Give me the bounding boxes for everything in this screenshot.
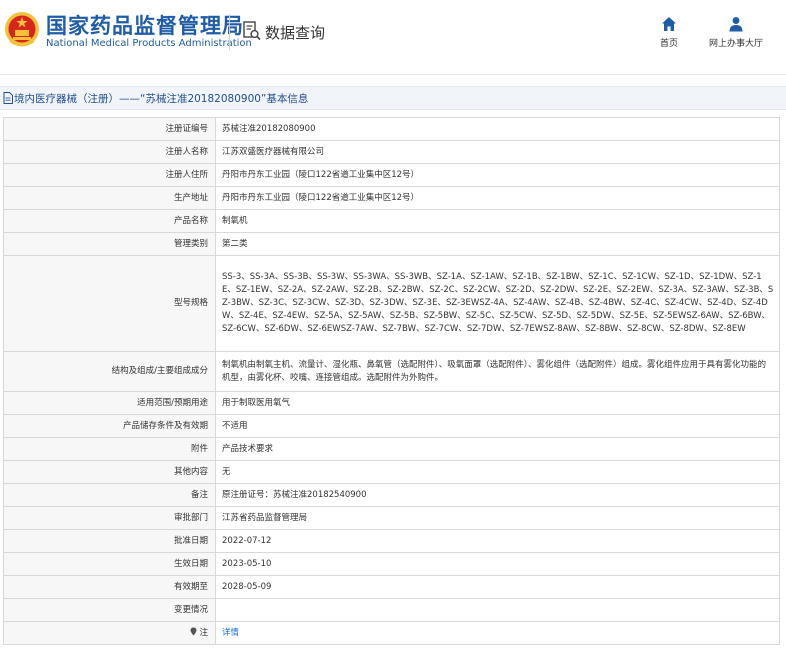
field-label: 适用范围/预期用途 xyxy=(3,391,216,415)
field-value: 丹阳市丹东工业园（陵口122省道工业集中区12号） xyxy=(215,186,780,210)
field-label: 注册证编号 xyxy=(3,117,216,141)
table-row: 适用范围/预期用途 用于制取医用氧气 xyxy=(3,391,780,415)
field-label: 批准日期 xyxy=(3,529,216,553)
registration-info-table: 注册证编号 苏械注准20182080900 注册人名称 江苏双盛医疗器械有限公司… xyxy=(3,117,780,645)
field-label: 注册人名称 xyxy=(3,140,216,164)
field-label: 附件 xyxy=(3,437,216,461)
table-row: 有效期至 2028-05-09 xyxy=(3,575,780,599)
field-value: 无 xyxy=(215,460,780,484)
nav-home-label: 首页 xyxy=(659,39,678,49)
table-row: 其他内容 无 xyxy=(3,460,780,484)
field-label: 备注 xyxy=(3,483,216,507)
field-label: 变更情况 xyxy=(3,598,216,622)
document-icon xyxy=(3,92,13,104)
nav-online-hall-label: 网上办事大厅 xyxy=(708,39,763,49)
field-value: SS-3、SS-3A、SS-3B、SS-3W、SS-3WA、SS-3WB、SZ-… xyxy=(215,255,780,352)
field-label: 审批部门 xyxy=(3,506,216,530)
table-row: 产品名称 制氧机 xyxy=(3,209,780,233)
brand-subtitle: National Medical Products Administration xyxy=(46,38,252,49)
field-label: 产品名称 xyxy=(3,209,216,233)
field-value: 制氧机 xyxy=(215,209,780,233)
table-row: 注册人名称 江苏双盛医疗器械有限公司 xyxy=(3,140,780,164)
note-label: 注 xyxy=(199,627,208,638)
field-value: 苏械注准20182080900 xyxy=(215,117,780,141)
field-value: 用于制取医用氧气 xyxy=(215,391,780,415)
record-title-bar: 境内医疗器械（注册）——“苏械注准20182080900”基本信息 xyxy=(0,86,786,110)
table-row: 附件 产品技术要求 xyxy=(3,437,780,461)
field-label: 生效日期 xyxy=(3,552,216,576)
field-label: 产品储存条件及有效期 xyxy=(3,414,216,438)
table-row: 注册证编号 苏械注准20182080900 xyxy=(3,117,780,141)
user-icon xyxy=(729,17,743,32)
field-label: 注册人住所 xyxy=(3,163,216,187)
field-value: 第二类 xyxy=(215,232,780,256)
table-row: 变更情况 xyxy=(3,598,780,622)
nav-home-link[interactable]: 首页 xyxy=(652,16,686,49)
table-row: 生效日期 2023-05-10 xyxy=(3,552,780,576)
data-query-label: 数据查询 xyxy=(265,24,326,42)
site-header: 国家药品监督管理局 National Medical Products Admi… xyxy=(0,0,786,66)
field-label: 生产地址 xyxy=(3,186,216,210)
nav-online-hall-link[interactable]: 网上办事大厅 xyxy=(700,16,772,49)
table-row: 批准日期 2022-07-12 xyxy=(3,529,780,553)
note-icon xyxy=(190,627,197,635)
table-row: 生产地址 丹阳市丹东工业园（陵口122省道工业集中区12号） xyxy=(3,186,780,210)
table-row: 型号规格 SS-3、SS-3A、SS-3B、SS-3W、SS-3WA、SS-3W… xyxy=(3,255,780,352)
field-value: 丹阳市丹东工业园（陵口122省道工业集中区12号） xyxy=(215,163,780,187)
field-value: 不适用 xyxy=(215,414,780,438)
field-value: 原注册证号：苏械注准20182540900 xyxy=(215,483,780,507)
record-title: 境内医疗器械（注册）——“苏械注准20182080900”基本信息 xyxy=(14,93,309,105)
table-row: 审批部门 江苏省药品监督管理局 xyxy=(3,506,780,530)
header-divider xyxy=(229,14,230,50)
field-value: 详情 xyxy=(215,621,780,645)
header-separator xyxy=(0,74,786,75)
field-label-note: 注 xyxy=(3,621,216,645)
field-label: 其他内容 xyxy=(3,460,216,484)
field-value: 2028-05-09 xyxy=(215,575,780,599)
field-label: 型号规格 xyxy=(3,255,216,352)
field-label: 有效期至 xyxy=(3,575,216,599)
table-row: 注册人住所 丹阳市丹东工业园（陵口122省道工业集中区12号） xyxy=(3,163,780,187)
table-row: 结构及组成/主要组成成分 制氧机由制氧主机、流量计、湿化瓶、鼻氧管（选配附件）、… xyxy=(3,351,780,392)
details-link[interactable]: 详情 xyxy=(222,628,239,638)
field-value xyxy=(215,598,780,622)
field-value: 产品技术要求 xyxy=(215,437,780,461)
table-row: 备注 原注册证号：苏械注准20182540900 xyxy=(3,483,780,507)
field-value: 2023-05-10 xyxy=(215,552,780,576)
field-value: 江苏省药品监督管理局 xyxy=(215,506,780,530)
table-row: 管理类别 第二类 xyxy=(3,232,780,256)
field-label: 管理类别 xyxy=(3,232,216,256)
table-row: 产品储存条件及有效期 不适用 xyxy=(3,414,780,438)
brand-title: 国家药品监督管理局 xyxy=(46,14,244,38)
field-value: 2022-07-12 xyxy=(215,529,780,553)
home-icon xyxy=(662,17,676,31)
national-emblem-logo-icon xyxy=(5,12,39,47)
field-value: 江苏双盛医疗器械有限公司 xyxy=(215,140,780,164)
field-label: 结构及组成/主要组成成分 xyxy=(3,351,216,392)
table-row: 注 详情 xyxy=(3,621,780,645)
search-document-icon xyxy=(243,21,261,41)
field-value: 制氧机由制氧主机、流量计、湿化瓶、鼻氧管（选配附件）、吸氧面罩（选配附件）、雾化… xyxy=(215,351,780,392)
